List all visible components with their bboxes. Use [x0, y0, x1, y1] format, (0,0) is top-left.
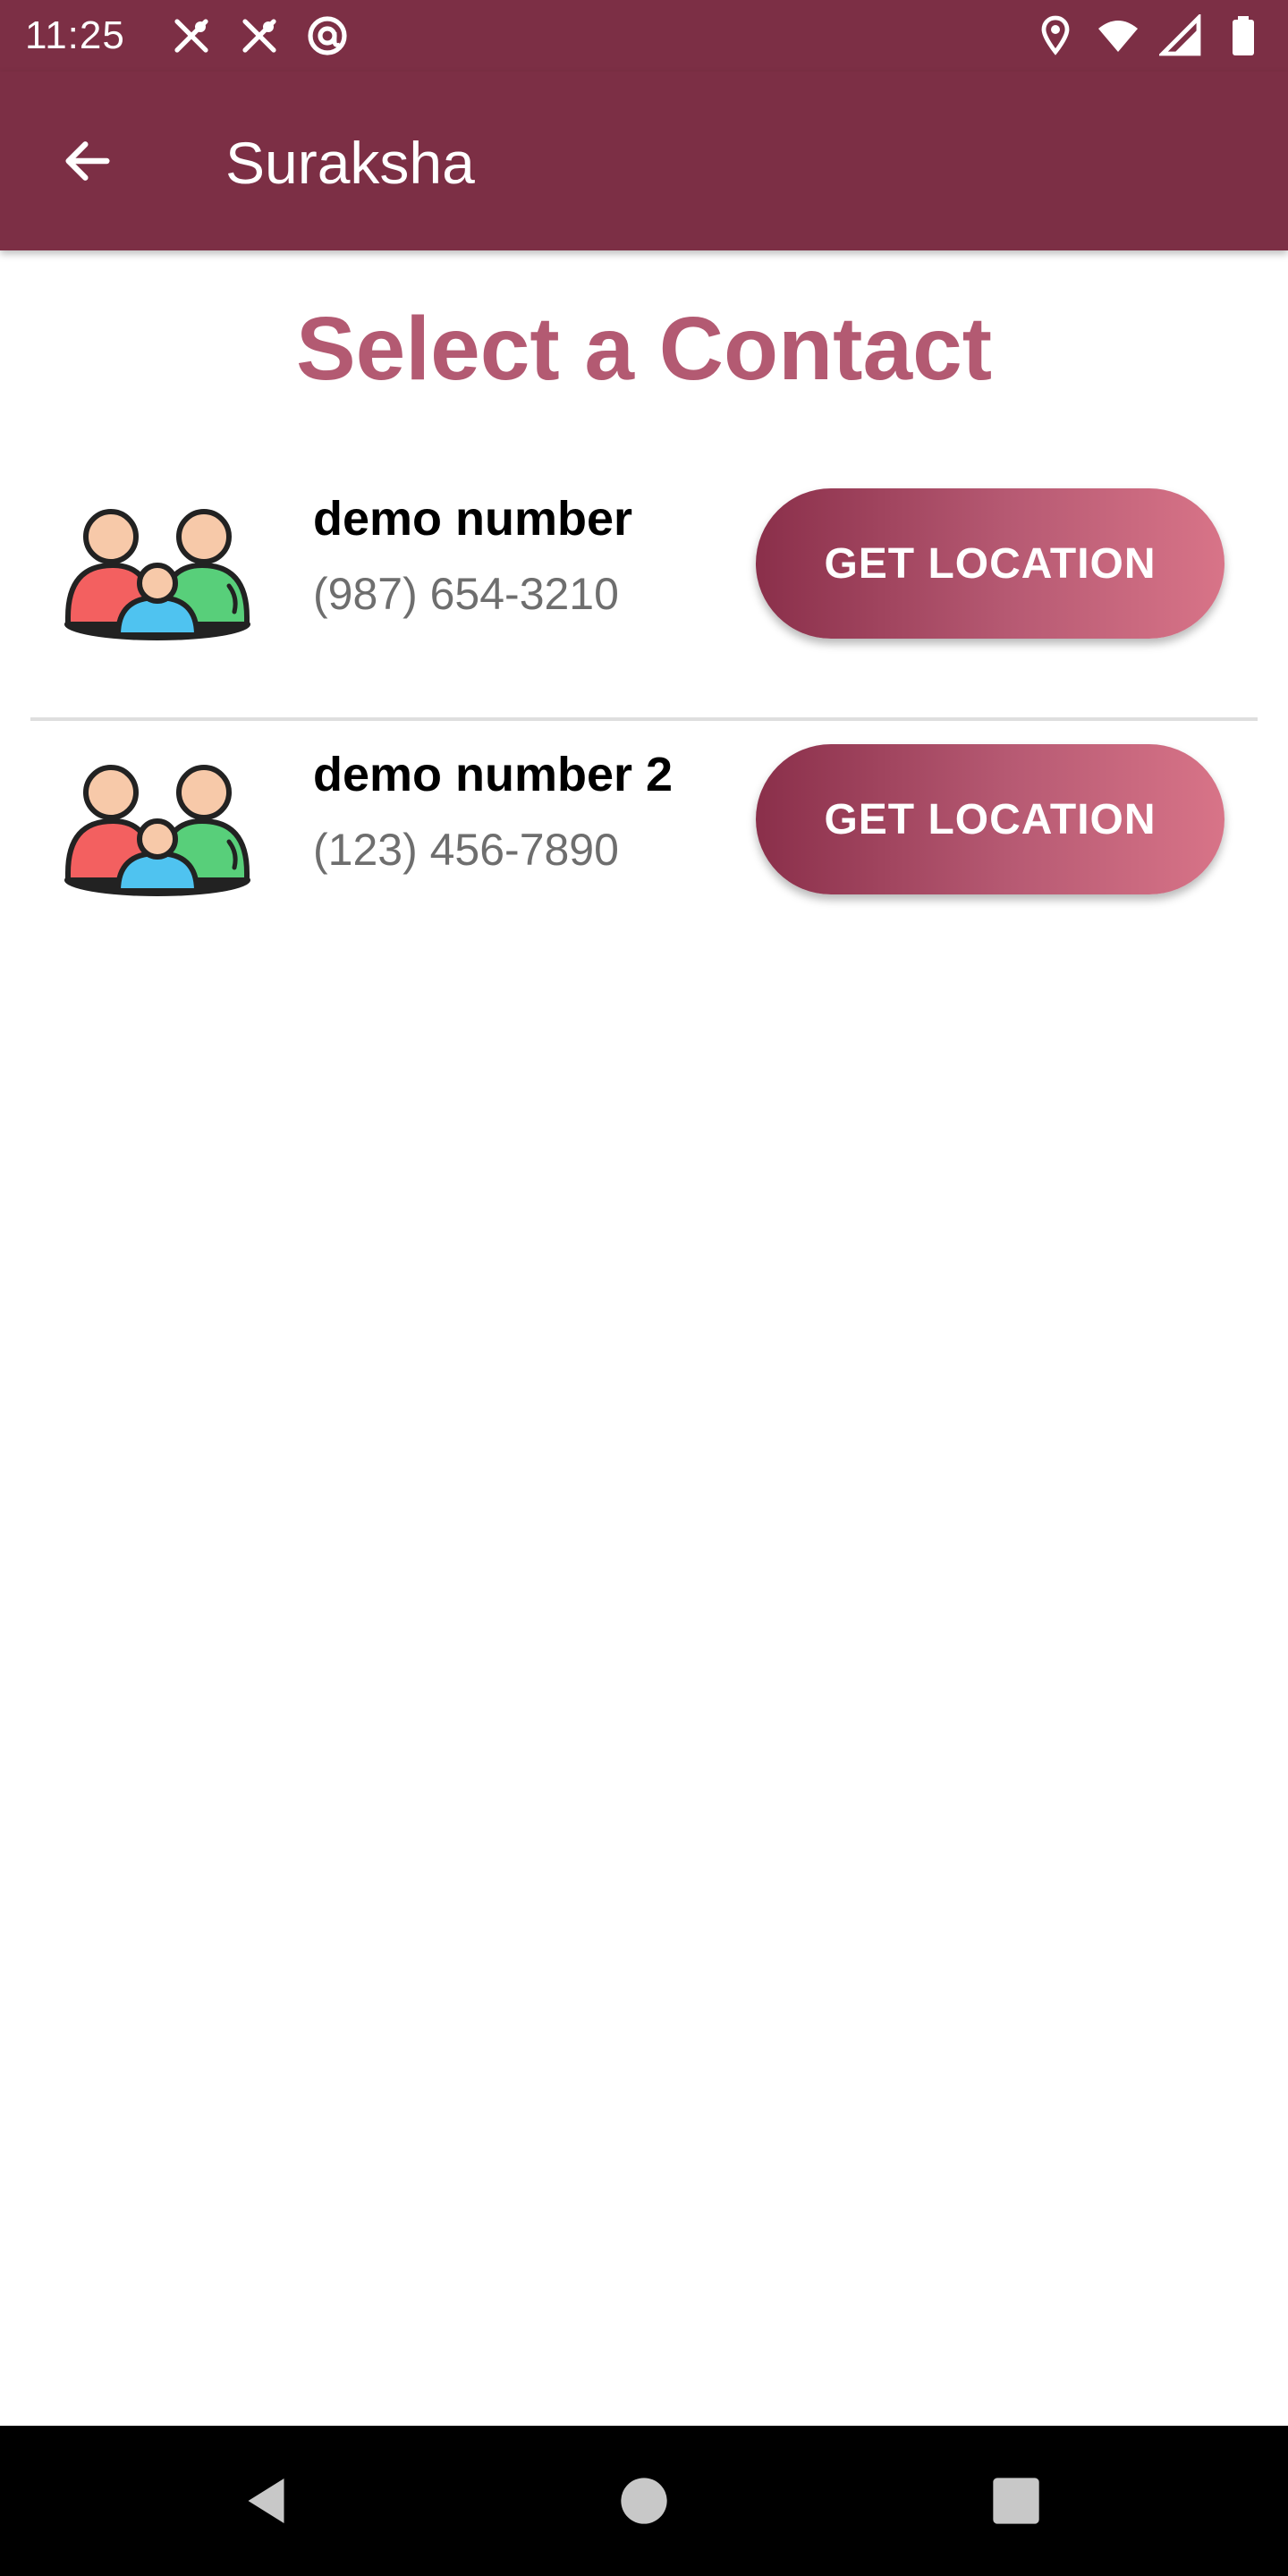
- battery-icon: [1233, 16, 1254, 55]
- status-time: 11:25: [25, 13, 125, 57]
- status-system-icons: [1034, 14, 1265, 57]
- nav-back-button[interactable]: [225, 2458, 311, 2544]
- signal-icon: [1159, 14, 1201, 56]
- system-nav-bar: [0, 2426, 1288, 2576]
- page-title: Select a Contact: [295, 299, 993, 399]
- recents-square-icon: [993, 2478, 1039, 2524]
- nav-home-button[interactable]: [601, 2458, 687, 2544]
- app-bar: Suraksha: [0, 72, 1288, 250]
- app-title: Suraksha: [225, 130, 475, 196]
- family-group-icon: [64, 509, 250, 640]
- contact-phone: (987) 654-3210: [313, 569, 619, 619]
- wifi-icon: [1098, 21, 1138, 52]
- arrow-left-icon: [65, 141, 110, 181]
- family-group-icon: [64, 765, 250, 896]
- contact-phone: (123) 456-7890: [313, 825, 619, 875]
- cutlery-icon: [174, 19, 208, 53]
- at-sign-icon: [308, 16, 347, 55]
- location-pin-icon: [1041, 15, 1070, 55]
- get-location-button[interactable]: GET LOCATION: [756, 744, 1224, 894]
- contact-list: demo number (987) 654-3210 GET LOCATION …: [0, 465, 1288, 977]
- get-location-button[interactable]: GET LOCATION: [756, 488, 1224, 639]
- nav-recents-button[interactable]: [973, 2458, 1059, 2544]
- contact-name: demo number: [313, 492, 633, 546]
- status-notification-icons: [170, 14, 349, 57]
- back-triangle-icon: [248, 2479, 284, 2523]
- cutlery-icon: [242, 19, 276, 53]
- contact-row: demo number (987) 654-3210 GET LOCATION: [0, 465, 1288, 721]
- status-bar: 11:25: [0, 0, 1288, 72]
- contact-row: demo number 2 (123) 456-7890 GET LOCATIO…: [0, 721, 1288, 977]
- home-circle-icon: [621, 2478, 667, 2524]
- contact-name: demo number 2: [313, 748, 674, 801]
- back-button[interactable]: [45, 118, 131, 204]
